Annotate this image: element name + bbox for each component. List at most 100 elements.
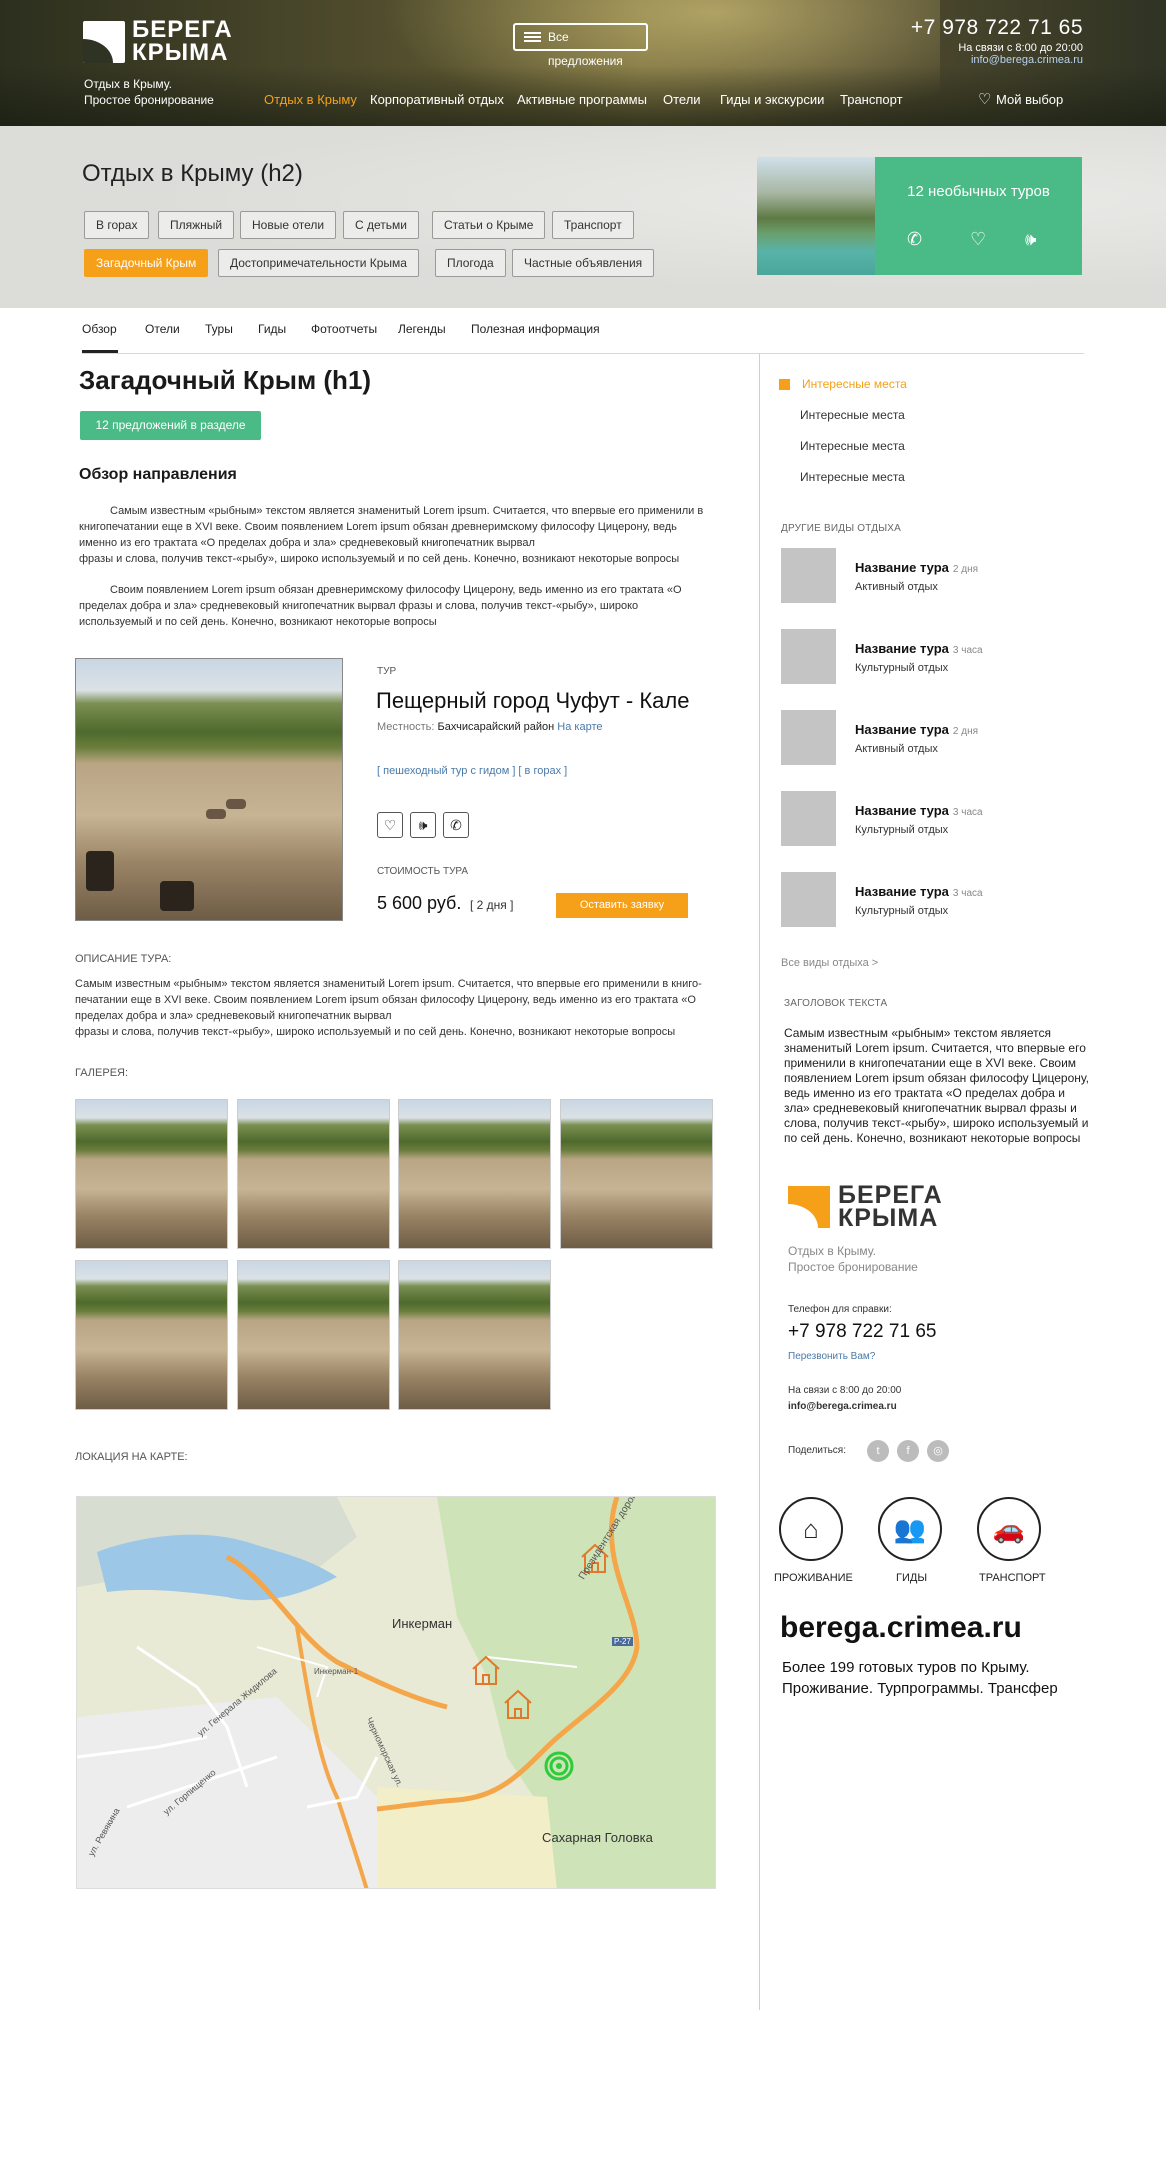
on-map-link[interactable]: На карте <box>557 721 602 733</box>
logo-icon[interactable] <box>788 1186 830 1228</box>
my-choice-link[interactable]: ♡ Мой выбор <box>978 91 1063 108</box>
speaker-icon[interactable]: 🕪 <box>410 812 436 838</box>
accommodation-label[interactable]: ПРОЖИВАНИЕ <box>774 1572 853 1584</box>
promo-card[interactable]: 12 необычных туров ✆ ♡ 🕪 <box>757 157 1082 275</box>
related-tour-name[interactable]: Название тура 2 дня <box>855 722 978 737</box>
sidebar-item[interactable]: Интересные места <box>800 470 905 484</box>
sidebar-item[interactable]: Интересные места <box>800 408 905 422</box>
header-phone[interactable]: +7 978 722 71 65 <box>911 16 1083 40</box>
site-name[interactable]: berega.crimea.ru <box>780 1611 1022 1645</box>
nav-item-corporate[interactable]: Корпоративный отдых <box>370 92 504 107</box>
tab-guides[interactable]: Гиды <box>258 322 286 336</box>
sidebar-phone[interactable]: +7 978 722 71 65 <box>788 1321 936 1343</box>
tour-tags[interactable]: [ пешеходный тур с гидом ] [ в горах ] <box>377 765 567 777</box>
related-tour-thumb[interactable] <box>781 872 836 927</box>
phone-icon[interactable]: ✆ <box>443 812 469 838</box>
related-tour-name[interactable]: Название тура 2 дня <box>855 560 978 575</box>
related-tour-name[interactable]: Название тура 3 часа <box>855 803 983 818</box>
gallery-image[interactable] <box>398 1099 551 1249</box>
overview-text-line: именно из его трактата «О пределах добра… <box>79 537 535 549</box>
gallery-image[interactable] <box>75 1099 228 1249</box>
related-tour-thumb[interactable] <box>781 710 836 765</box>
related-tour-thumb[interactable] <box>781 548 836 603</box>
tag-weather[interactable]: Плогода <box>435 249 506 277</box>
house-icon[interactable]: ⌂ <box>779 1497 843 1561</box>
tab-photo-reports[interactable]: Фотоотчеты <box>311 322 377 336</box>
offers-count-button[interactable]: 12 предложений в разделе <box>80 411 261 440</box>
sidebar-hours: На связи с 8:00 до 20:00 <box>788 1385 902 1396</box>
column-divider <box>759 354 760 2010</box>
tour-location: Местность: Бахчисарайский район На карте <box>377 721 603 733</box>
location-map[interactable]: Инкерман Сахарная Головка Президентская … <box>76 1496 716 1889</box>
tab-useful-info[interactable]: Полезная информация <box>471 322 600 336</box>
transport-label[interactable]: ТРАНСПОРТ <box>979 1572 1046 1584</box>
tag-articles[interactable]: Статьи о Крыме <box>432 211 546 239</box>
road-badge: Р-27 <box>612 1637 633 1646</box>
gallery-image[interactable] <box>237 1099 390 1249</box>
tag-new-hotels[interactable]: Новые отели <box>240 211 337 239</box>
promo-photo <box>757 157 875 275</box>
related-tour-name[interactable]: Название тура 3 часа <box>855 884 983 899</box>
nav-item-active[interactable]: Активные программы <box>517 92 647 107</box>
header-email[interactable]: info@berega.crimea.ru <box>971 54 1083 66</box>
description-line: пределах добра и зла» средневековый книг… <box>75 1010 392 1022</box>
twitter-icon[interactable]: t <box>867 1440 889 1462</box>
logo-icon[interactable] <box>83 21 125 63</box>
tag-transport[interactable]: Транспорт <box>552 211 634 239</box>
speaker-icon[interactable]: 🕪 <box>1025 229 1036 250</box>
tour-name[interactable]: Пещерный город Чуфут - Кале <box>376 688 689 714</box>
tag-beach[interactable]: Пляжный <box>158 211 235 239</box>
map-place-label: Сахарная Головка <box>542 1830 653 1845</box>
all-offers-button[interactable]: Все предложения <box>513 23 648 68</box>
logo-text[interactable]: БЕРЕГА КРЫМА <box>132 18 233 65</box>
guides-label[interactable]: ГИДЫ <box>896 1572 927 1584</box>
tag-with-kids[interactable]: С детьми <box>343 211 419 239</box>
gallery-image[interactable] <box>237 1260 390 1410</box>
callback-link[interactable]: Перезвонить Вам? <box>788 1351 875 1362</box>
nav-item-hotels[interactable]: Отели <box>663 92 701 107</box>
tag-private-ads[interactable]: Частные объявления <box>512 249 655 277</box>
tab-legends[interactable]: Легенды <box>398 322 446 336</box>
order-button[interactable]: Оставить заявку <box>556 893 688 918</box>
tag-mysterious-crimea[interactable]: Загадочный Крым <box>84 249 209 277</box>
description-line: Самым известным «рыбным» текстом являетс… <box>75 978 702 990</box>
phone-icon[interactable]: ✆ <box>907 229 922 250</box>
tab-tours[interactable]: Туры <box>205 322 233 336</box>
tab-overview[interactable]: Обзор <box>82 322 118 353</box>
nav-item-transport[interactable]: Транспорт <box>840 92 903 107</box>
heart-icon[interactable]: ♡ <box>970 229 986 250</box>
facebook-icon[interactable]: f <box>897 1440 919 1462</box>
nav-item-rest-crimea[interactable]: Отдых в Крыму <box>264 92 357 107</box>
tab-hotels[interactable]: Отели <box>145 322 180 336</box>
instagram-icon[interactable]: ◎ <box>927 1440 949 1462</box>
overview-text-line: книгопечатании еще в XVI веке. Своим поя… <box>79 521 677 533</box>
logo-text[interactable]: БЕРЕГА КРЫМА <box>838 1183 943 1231</box>
overview-heading: Обзор направления <box>79 466 237 483</box>
related-tour-thumb[interactable] <box>781 629 836 684</box>
related-tour-thumb[interactable] <box>781 791 836 846</box>
related-tour-type: Культурный отдых <box>855 662 949 674</box>
all-rest-types-link[interactable]: Все виды отдыха > <box>781 957 878 969</box>
map-place-label: Инкерман <box>392 1616 453 1631</box>
guides-icon[interactable]: 👥 <box>878 1497 942 1561</box>
gallery-image[interactable] <box>560 1099 713 1249</box>
content-tabs: Обзор Отели Туры Гиды Фотоотчеты Легенды… <box>82 322 1084 354</box>
tour-price: 5 600 руб. <box>377 893 462 913</box>
car-icon[interactable]: 🚗 <box>977 1497 1041 1561</box>
nav-item-guides[interactable]: Гиды и экскурсии <box>720 92 824 107</box>
site-description: Более 199 готовых туров по Крыму. Прожива… <box>782 1659 1058 1697</box>
tag-mountains[interactable]: В горах <box>84 211 150 239</box>
overview-text-line: пределах добра и зла» средневековый книг… <box>79 600 639 612</box>
sidebar-email[interactable]: info@berega.crimea.ru <box>788 1401 897 1412</box>
overview-text-line: Самым известным «рыбным» текстом являетс… <box>110 505 704 517</box>
gallery-image[interactable] <box>75 1260 228 1410</box>
tour-photo[interactable] <box>75 658 343 921</box>
heart-icon[interactable]: ♡ <box>377 812 403 838</box>
share-label: Поделиться: <box>788 1445 846 1456</box>
phone-label: Телефон для справки: <box>788 1304 892 1315</box>
sidebar-item-active[interactable]: Интересные места <box>779 377 907 391</box>
related-tour-name[interactable]: Название тура 3 часа <box>855 641 983 656</box>
tag-sights[interactable]: Достопримечательности Крыма <box>218 249 419 277</box>
gallery-image[interactable] <box>398 1260 551 1410</box>
sidebar-item[interactable]: Интересные места <box>800 439 905 453</box>
